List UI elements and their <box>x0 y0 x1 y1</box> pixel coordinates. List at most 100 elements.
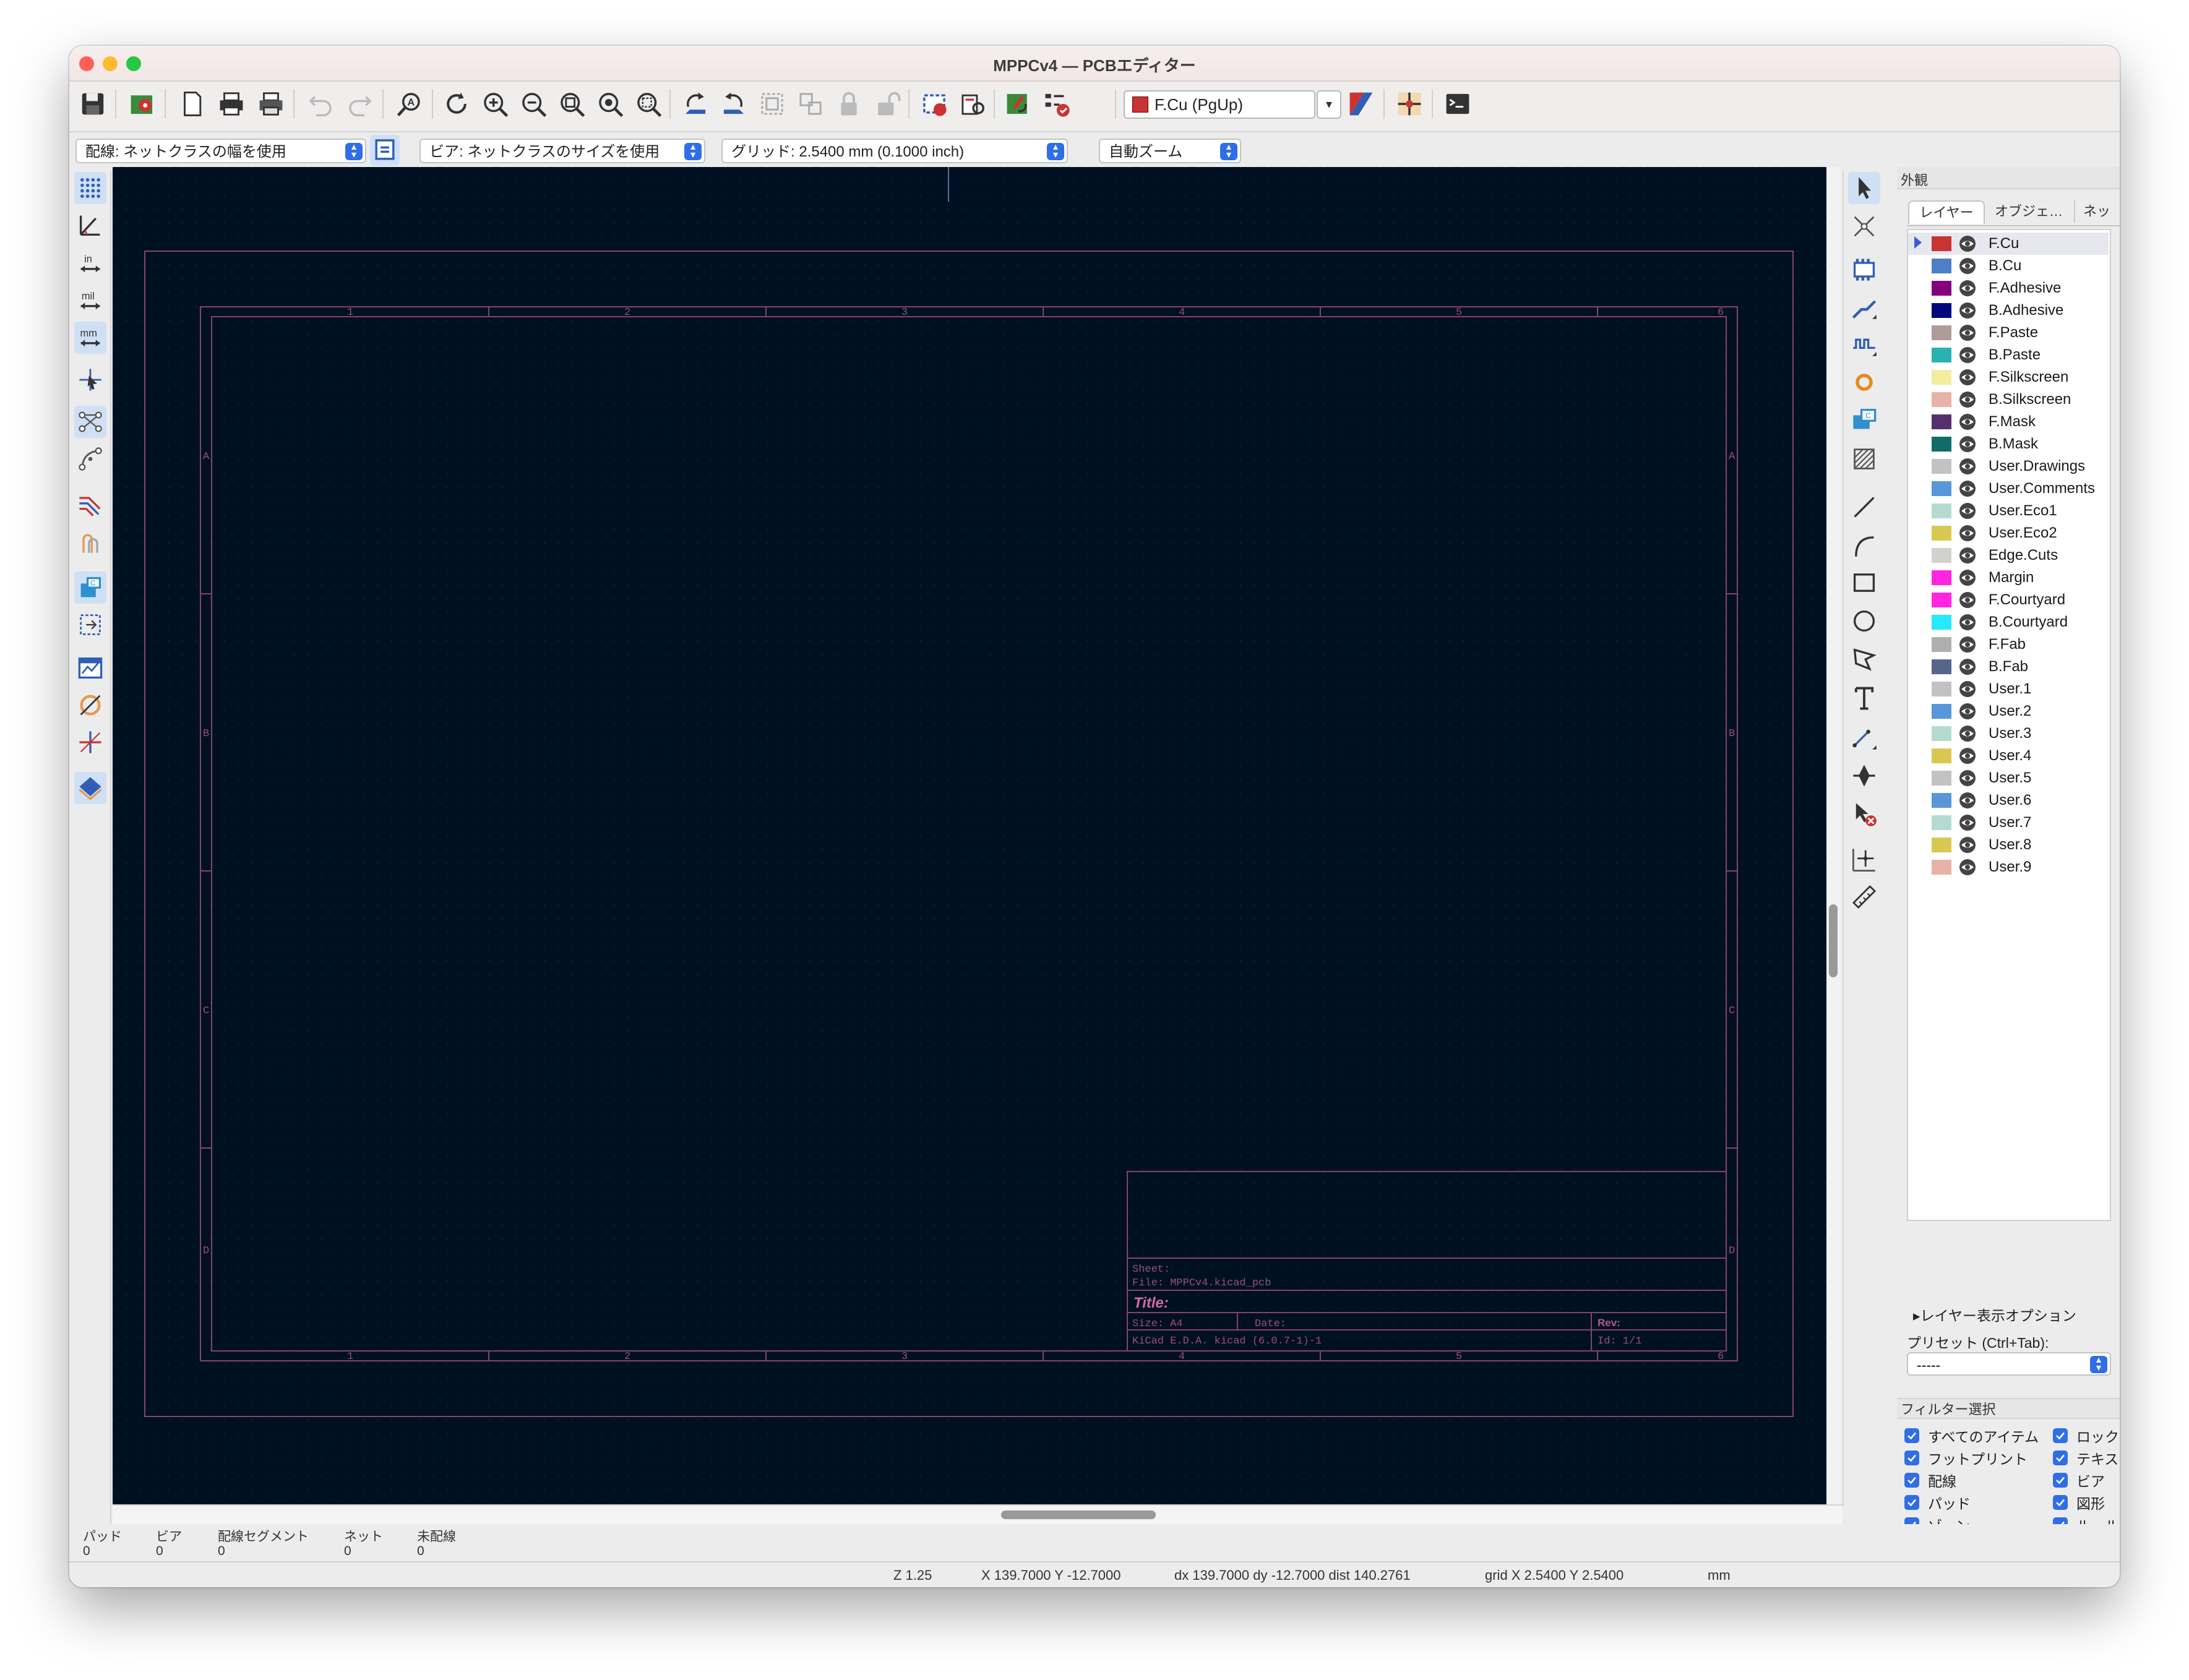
visibility-eye-icon[interactable] <box>1958 591 1977 609</box>
auto-track-width-button[interactable] <box>370 135 400 166</box>
layer-row[interactable]: F.Courtyard <box>1908 589 2109 611</box>
visibility-eye-icon[interactable] <box>1958 858 1977 876</box>
update-pcb-button[interactable] <box>1001 87 1036 121</box>
ungroup-button[interactable] <box>793 87 828 121</box>
appearance-panel-button[interactable] <box>74 772 106 804</box>
visibility-eye-icon[interactable] <box>1958 368 1977 387</box>
board-setup-button[interactable] <box>125 87 160 121</box>
layer-color-swatch[interactable] <box>1932 437 1951 452</box>
visibility-eye-icon[interactable] <box>1958 635 1977 654</box>
layer-color-swatch[interactable] <box>1932 771 1951 786</box>
visibility-eye-icon[interactable] <box>1958 324 1977 342</box>
layer-row[interactable]: User.1 <box>1908 678 2109 700</box>
layer-row[interactable]: F.Adhesive <box>1908 277 2109 299</box>
layer-row[interactable]: Margin <box>1908 567 2109 589</box>
layer-color-swatch[interactable] <box>1932 392 1951 407</box>
layer-row[interactable]: B.Silkscreen <box>1908 388 2109 411</box>
redraw-button[interactable] <box>439 87 474 121</box>
layer-row[interactable]: B.Mask <box>1908 433 2109 455</box>
high-contrast-button[interactable] <box>74 726 106 758</box>
layer-row[interactable]: F.Mask <box>1908 411 2109 433</box>
filter-checkbox[interactable]: 図形 <box>2053 1492 2105 1513</box>
layer-color-swatch[interactable] <box>1932 325 1951 340</box>
layer-color-swatch[interactable] <box>1932 793 1951 808</box>
layer-color-swatch[interactable] <box>1932 637 1951 652</box>
visibility-eye-icon[interactable] <box>1958 413 1977 431</box>
zoom-select[interactable]: 自動ズーム ▴ ▾ <box>1099 139 1241 163</box>
layer-color-swatch[interactable] <box>1932 548 1951 563</box>
layer-color-swatch[interactable] <box>1932 815 1951 830</box>
grid-origin-button[interactable] <box>1848 844 1880 876</box>
horizontal-scroll-thumb[interactable] <box>1001 1511 1156 1519</box>
rotate-cw-button[interactable] <box>716 87 751 121</box>
filter-checkbox[interactable]: パッド <box>1904 1492 1971 1513</box>
layer-dropdown-button[interactable]: ▾ <box>1317 90 1341 119</box>
draw-rectangle-button[interactable] <box>1848 567 1880 599</box>
visibility-eye-icon[interactable] <box>1958 836 1977 854</box>
zoom-fit-button[interactable] <box>554 87 589 121</box>
rule-area-button[interactable] <box>1848 443 1880 475</box>
route-track-button[interactable] <box>1848 292 1880 324</box>
lock-button[interactable] <box>832 87 866 121</box>
grid-toggle-button[interactable] <box>74 172 106 204</box>
vertical-scrollbar[interactable] <box>1826 167 1840 1504</box>
layer-row[interactable]: B.Fab <box>1908 656 2109 678</box>
visibility-eye-icon[interactable] <box>1958 479 1977 498</box>
curved-ratsnest-button[interactable] <box>74 443 106 475</box>
unlock-button[interactable] <box>870 87 905 121</box>
layer-row[interactable]: User.6 <box>1908 789 2109 812</box>
drc-button[interactable] <box>1039 87 1074 121</box>
unit-inch-button[interactable]: in <box>74 247 106 280</box>
add-text-button[interactable] <box>1848 682 1880 714</box>
layer-color-swatch[interactable] <box>1932 414 1951 429</box>
draw-circle-button[interactable] <box>1848 605 1880 637</box>
layer-color-swatch[interactable] <box>1932 682 1951 696</box>
footprint-text-button[interactable]: C <box>74 572 106 604</box>
pcb-canvas[interactable]: 1 1 2 2 3 3 4 4 5 5 6 6 A A B B C C D D Sheet: File: MPPCv4… <box>113 167 1826 1504</box>
grid-select[interactable]: グリッド: 2.5400 mm (0.1000 inch) ▴ ▾ <box>721 139 1068 163</box>
redo-button[interactable] <box>343 87 377 121</box>
visibility-eye-icon[interactable] <box>1958 524 1977 542</box>
visibility-eye-icon[interactable] <box>1958 658 1977 676</box>
visibility-eye-icon[interactable] <box>1958 791 1977 810</box>
layer-row[interactable]: User.2 <box>1908 700 2109 722</box>
page-settings-button[interactable] <box>174 87 209 121</box>
layer-color-swatch[interactable] <box>1932 748 1951 763</box>
tab-objects[interactable]: オブジェ… <box>1989 200 2069 223</box>
footprint-browser-button[interactable] <box>955 87 990 121</box>
visibility-eye-icon[interactable] <box>1958 301 1977 320</box>
tune-length-button[interactable] <box>1848 329 1880 361</box>
layer-color-swatch[interactable] <box>1932 348 1951 362</box>
plot-button[interactable] <box>254 87 288 121</box>
unit-mil-button[interactable]: mil <box>74 285 106 317</box>
visibility-eye-icon[interactable] <box>1958 346 1977 364</box>
layer-color-swatch[interactable] <box>1932 838 1951 852</box>
visibility-eye-icon[interactable] <box>1958 702 1977 721</box>
active-layer-select[interactable]: F.Cu (PgUp) <box>1124 90 1315 119</box>
filter-checkbox[interactable]: すべてのアイテム <box>1904 1425 2039 1446</box>
layer-row[interactable]: Edge.Cuts <box>1908 544 2109 567</box>
layer-color-swatch[interactable] <box>1932 303 1951 318</box>
layer-color-swatch[interactable] <box>1932 281 1951 296</box>
layer-color-swatch[interactable] <box>1932 860 1951 875</box>
layer-row[interactable]: B.Cu <box>1908 255 2109 277</box>
layer-row[interactable]: User.Eco2 <box>1908 522 2109 544</box>
layer-row[interactable]: User.5 <box>1908 767 2109 789</box>
visibility-eye-icon[interactable] <box>1958 234 1977 253</box>
scripting-button[interactable] <box>1392 87 1427 121</box>
layer-row[interactable]: User.8 <box>1908 834 2109 856</box>
visibility-eye-icon[interactable] <box>1958 747 1977 765</box>
zoom-fit-objects-button[interactable] <box>593 87 627 121</box>
layer-pair-button[interactable] <box>1344 87 1378 121</box>
polar-coords-button[interactable] <box>74 209 106 241</box>
layer-color-swatch[interactable] <box>1932 370 1951 385</box>
visibility-eye-icon[interactable] <box>1958 769 1977 787</box>
draw-polygon-button[interactable] <box>1848 643 1880 675</box>
draw-line-button[interactable] <box>1848 491 1880 523</box>
layer-color-swatch[interactable] <box>1932 593 1951 607</box>
layer-row[interactable]: User.Drawings <box>1908 455 2109 478</box>
preset-select[interactable]: ----- ▴ ▾ <box>1907 1352 2111 1376</box>
tab-layers[interactable]: レイヤー <box>1908 200 1985 224</box>
place-anchor-button[interactable] <box>1848 760 1880 792</box>
filter-checkbox[interactable]: テキス <box>2053 1447 2118 1468</box>
